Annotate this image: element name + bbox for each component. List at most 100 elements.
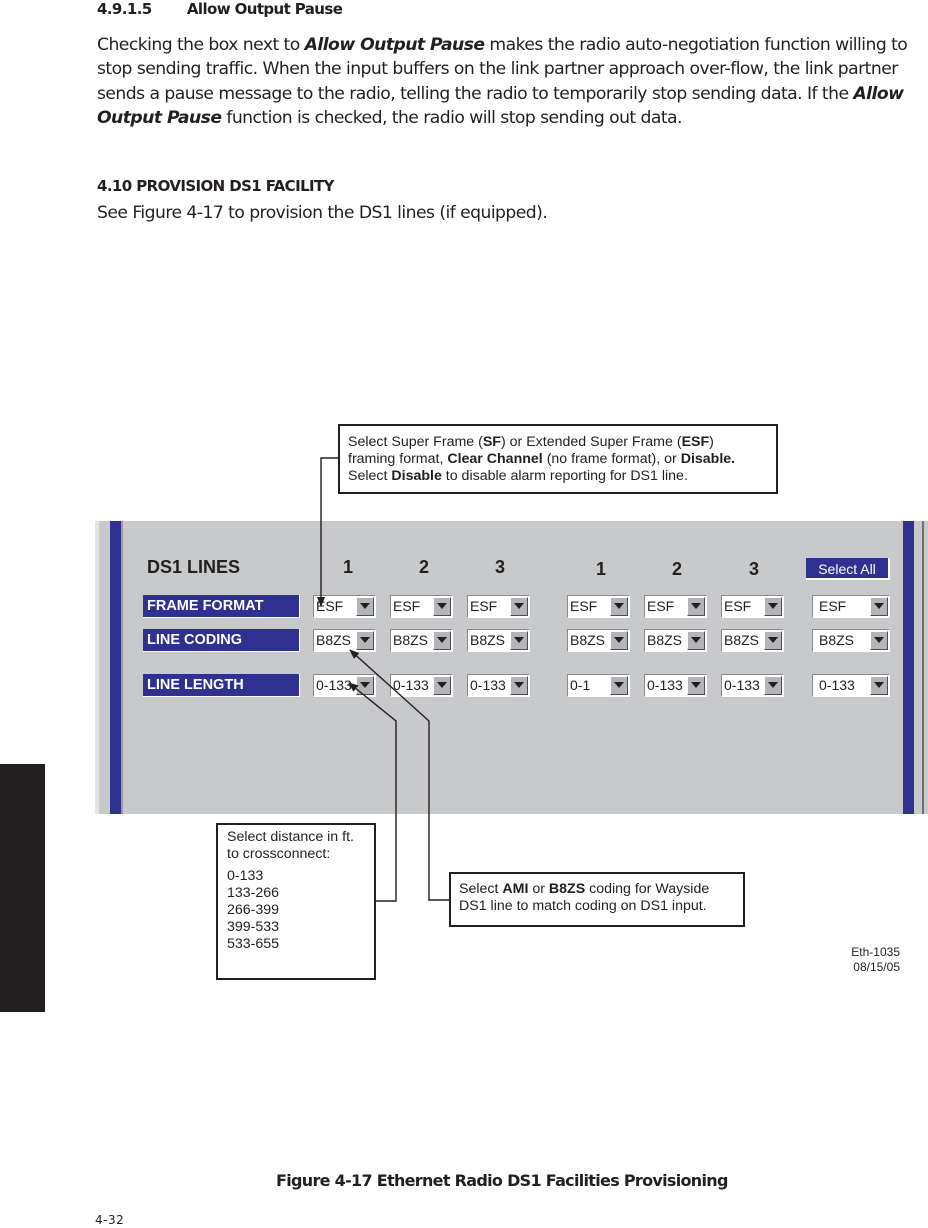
dropdown-value: 0-133 [647, 677, 683, 693]
dropdown-arrow-button[interactable] [764, 631, 782, 650]
frame-format-dropdown[interactable]: ESF [812, 595, 890, 618]
line-coding-dropdown[interactable]: B8ZS [644, 629, 707, 652]
text-run-bold: Disable [391, 468, 442, 484]
dropdown-value: 0-133 [393, 677, 429, 693]
text-run: Select [348, 468, 392, 484]
text-run-bold: SF [482, 434, 501, 450]
dropdown-arrow-button[interactable] [764, 597, 782, 616]
chapter-tab [0, 764, 45, 1012]
dropdown-value: ESF [393, 598, 421, 614]
ds1-lines-title: DS1 LINES [147, 557, 241, 577]
dropdown-value: B8ZS [724, 632, 760, 648]
line-coding-dropdown[interactable]: B8ZS [812, 629, 890, 652]
triangle-down-icon [691, 682, 701, 688]
text-run: framing format, [348, 451, 448, 467]
line-coding-dropdown[interactable]: B8ZS [567, 629, 630, 652]
text-run-bold: B8ZS [548, 881, 586, 897]
select-all-button[interactable]: Select All [806, 558, 890, 580]
dropdown-arrow-button[interactable] [764, 676, 782, 695]
text-run: Select [459, 881, 503, 897]
line-coding-dropdown[interactable]: B8ZS [721, 629, 784, 652]
dropdown-arrow-button[interactable] [687, 676, 705, 695]
dropdown-value: ESF [470, 598, 498, 614]
callout-line-coding: Select AMI or B8ZS coding for Wayside DS… [449, 872, 745, 927]
dropdown-value: ESF [819, 598, 847, 614]
dropdown-arrow-button[interactable] [687, 597, 705, 616]
text-run: (no frame format), or [542, 451, 681, 467]
line-length-dropdown[interactable]: 0-133 [721, 674, 784, 697]
dropdown-arrow-button[interactable] [356, 631, 374, 650]
dropdown-arrow-button[interactable] [870, 676, 888, 695]
line-length-dropdown[interactable]: 0-133 [313, 674, 376, 697]
page-number: 4-32 [95, 1213, 125, 1227]
frame-format-dropdown[interactable]: ESF [644, 595, 707, 618]
frame-format-dropdown[interactable]: ESF [467, 595, 530, 618]
dropdown-value: ESF [724, 598, 752, 614]
callout-line-length: Select distance in ft. to crossconnect: … [216, 823, 376, 980]
panel-left-bar [110, 521, 121, 814]
line-length-dropdown[interactable]: 0-1 [567, 674, 630, 697]
callout-line: Select Super Frame (SF) or Extended Supe… [348, 434, 776, 451]
panel-right-edge [922, 521, 924, 814]
text-run: coding for Wayside [585, 881, 710, 897]
callout-line: to crossconnect: [227, 846, 331, 862]
text-run: function is checked, the radio will stop… [221, 108, 682, 129]
frame-format-dropdown[interactable]: ESF [721, 595, 784, 618]
dropdown-value: ESF [316, 598, 344, 614]
emphasis-allow-output-pause: Allow Output Pause [304, 35, 485, 55]
dropdown-arrow-button[interactable] [510, 676, 528, 695]
triangle-down-icon [514, 682, 524, 688]
callout-line: Select distance in ft. [227, 829, 354, 845]
line-coding-dropdown[interactable]: B8ZS [467, 629, 530, 652]
triangle-down-icon [437, 637, 447, 643]
distance-option: 0-133 [227, 868, 264, 884]
frame-format-dropdown[interactable]: ESF [567, 595, 630, 618]
triangle-down-icon [874, 637, 884, 643]
dropdown-arrow-button[interactable] [433, 597, 451, 616]
dropdown-value: 0-133 [316, 677, 352, 693]
line-length-dropdown[interactable]: 0-133 [467, 674, 530, 697]
triangle-down-icon [874, 682, 884, 688]
dropdown-arrow-button[interactable] [610, 631, 628, 650]
triangle-down-icon [874, 603, 884, 609]
dropdown-arrow-button[interactable] [510, 631, 528, 650]
dropdown-arrow-button[interactable] [356, 597, 374, 616]
dropdown-arrow-button[interactable] [687, 631, 705, 650]
panel-edge [95, 521, 99, 814]
frame-format-dropdown[interactable]: ESF [313, 595, 376, 618]
frame-format-dropdown[interactable]: ESF [390, 595, 453, 618]
column-number: 1 [343, 557, 354, 577]
dropdown-value: B8ZS [819, 632, 855, 648]
line-coding-dropdown[interactable]: B8ZS [313, 629, 376, 652]
triangle-down-icon [360, 682, 370, 688]
triangle-down-icon [768, 603, 778, 609]
line-coding-dropdown[interactable]: B8ZS [390, 629, 453, 652]
column-number: 2 [419, 557, 430, 577]
triangle-down-icon [437, 603, 447, 609]
text-run: Checking the box next to [97, 35, 305, 55]
line-length-dropdown[interactable]: 0-133 [644, 674, 707, 697]
dropdown-arrow-button[interactable] [510, 597, 528, 616]
line-length-dropdown[interactable]: 0-133 [390, 674, 453, 697]
dropdown-arrow-button[interactable] [356, 676, 374, 695]
triangle-down-icon [768, 682, 778, 688]
row-label-line-length: LINE LENGTH [143, 674, 300, 697]
line-length-dropdown[interactable]: 0-133 [812, 674, 890, 697]
section-title: Allow Output Pause [186, 0, 343, 18]
dropdown-arrow-button[interactable] [610, 597, 628, 616]
column-number: 3 [749, 559, 760, 579]
dropdown-value: 0-1 [570, 677, 591, 693]
text-run: Select Super Frame ( [348, 434, 483, 450]
dropdown-value: B8ZS [570, 632, 606, 648]
text-run: ) [709, 434, 714, 450]
text-run: ) or Extended Super Frame ( [500, 434, 682, 450]
dropdown-arrow-button[interactable] [870, 631, 888, 650]
dropdown-arrow-button[interactable] [610, 676, 628, 695]
dropdown-arrow-button[interactable] [433, 631, 451, 650]
text-run: to disable alarm reporting for DS1 line. [441, 468, 688, 484]
dropdown-value: 0-133 [724, 677, 760, 693]
dropdown-arrow-button[interactable] [870, 597, 888, 616]
dropdown-arrow-button[interactable] [433, 676, 451, 695]
dropdown-value: 0-133 [470, 677, 506, 693]
section-heading-4-10: 4.10 PROVISION DS1 FACILITY [97, 177, 335, 195]
